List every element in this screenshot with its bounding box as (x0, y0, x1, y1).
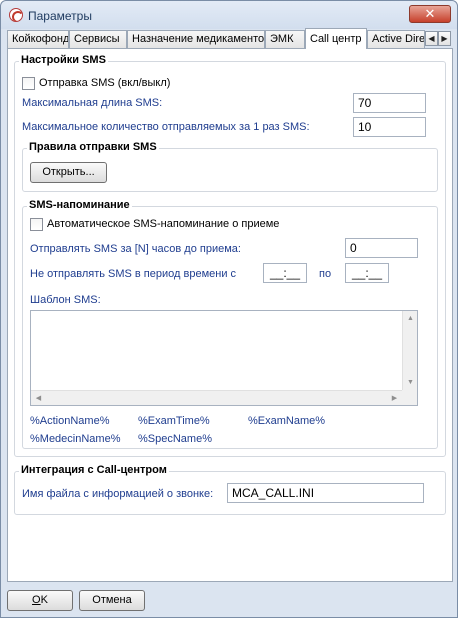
settings-window: Параметры ✕ Койкофонд Сервисы Назначение… (0, 0, 458, 618)
auto-reminder-checkbox[interactable] (30, 218, 43, 231)
tab-strip: Койкофонд Сервисы Назначение медикаменто… (7, 28, 453, 49)
tab-scroll-right-icon[interactable]: ▶ (438, 31, 451, 46)
tab-active-directory[interactable]: Active Direc (367, 30, 425, 48)
max-length-label: Максимальная длина SMS: (22, 97, 163, 109)
ok-hotkey: O (32, 594, 41, 606)
quiet-to-label: по (319, 268, 332, 280)
cancel-button[interactable]: Отмена (79, 590, 145, 611)
max-count-field[interactable]: 10 (353, 117, 426, 137)
sms-settings-title: Настройки SMS (19, 54, 108, 66)
template-vertical-scrollbar[interactable]: ▲ ▼ (402, 311, 417, 390)
tab-services[interactable]: Сервисы (69, 30, 127, 48)
sms-enable-checkbox[interactable] (22, 77, 35, 90)
ok-label-rest: K (40, 594, 48, 606)
call-center-panel: Настройки SMS Отправка SMS (вкл/выкл) Ма… (7, 48, 453, 582)
scroll-down-icon[interactable]: ▼ (403, 375, 418, 390)
variable-medecin-name: %MedecinName% (30, 433, 121, 445)
template-textarea[interactable]: ▲ ▼ ◀ ▶ (30, 310, 418, 406)
call-file-label: Имя файла с информацией о звонке: (22, 488, 214, 500)
max-length-field[interactable]: 70 (353, 93, 426, 113)
app-logo-icon (9, 8, 23, 22)
max-count-label: Максимальное количество отправляемых за … (22, 121, 310, 133)
template-label: Шаблон SMS: (30, 294, 101, 306)
tab-call-center[interactable]: Call центр (305, 28, 367, 49)
close-button[interactable]: ✕ (409, 5, 451, 23)
dialog-footer: OK Отмена (1, 583, 457, 617)
scroll-left-icon[interactable]: ◀ (31, 391, 46, 406)
variable-spec-name: %SpecName% (138, 433, 212, 445)
sms-enable-label: Отправка SMS (вкл/выкл) (39, 77, 171, 89)
title-bar: Параметры ✕ (1, 1, 457, 29)
hours-before-field[interactable]: 0 (345, 238, 418, 258)
variable-action-name: %ActionName% (30, 415, 110, 427)
sms-reminder-title: SMS-напоминание (27, 199, 132, 211)
variable-exam-name: %ExamName% (248, 415, 326, 427)
auto-reminder-label: Автоматическое SMS-напоминание о приеме (47, 218, 280, 230)
quiet-from-field[interactable]: __:__ (263, 263, 307, 283)
ok-button[interactable]: OK (7, 590, 73, 611)
template-horizontal-scrollbar[interactable]: ◀ ▶ (31, 390, 402, 405)
scroll-right-icon[interactable]: ▶ (387, 391, 402, 406)
quiet-period-label: Не отправлять SMS в период времени с (30, 268, 237, 280)
tab-medications[interactable]: Назначение медикаментов (127, 30, 265, 48)
open-rules-button[interactable]: Открыть... (30, 162, 107, 183)
scrollbar-corner (402, 390, 417, 405)
sms-rules-title: Правила отправки SMS (27, 141, 159, 153)
quiet-to-field[interactable]: __:__ (345, 263, 389, 283)
tab-koikofond[interactable]: Койкофонд (7, 30, 69, 48)
scroll-up-icon[interactable]: ▲ (403, 311, 418, 326)
call-center-title: Интеграция с Call-центром (19, 464, 169, 476)
variable-exam-time: %ExamTime% (138, 415, 210, 427)
tab-emk[interactable]: ЭМК (265, 30, 305, 48)
call-file-field[interactable]: MCA_CALL.INI (227, 483, 424, 503)
hours-before-label: Отправлять SMS за [N] часов до приема: (30, 243, 241, 255)
tab-scroll-left-icon[interactable]: ◀ (425, 31, 438, 46)
window-title: Параметры (28, 9, 92, 23)
